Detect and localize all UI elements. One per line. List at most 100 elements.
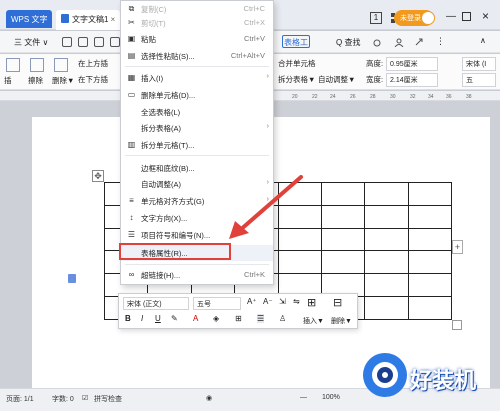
borders-icon[interactable]: ⊞	[235, 314, 242, 323]
highlight-icon[interactable]: ✎	[171, 314, 178, 323]
bold-icon[interactable]: B	[125, 314, 131, 323]
menu-item-shortcut: Ctrl+K	[243, 270, 265, 279]
grow-font-icon[interactable]: A⁺	[247, 297, 257, 306]
eye-icon[interactable]: ◉	[206, 394, 212, 402]
spell-check-icon[interactable]: ☑	[82, 394, 88, 402]
tab-document[interactable]: 文字文稿1 ×	[56, 10, 120, 30]
copy-icon: ⧉	[128, 4, 135, 13]
delete-table-icon[interactable]	[54, 58, 68, 72]
maximize-icon[interactable]	[462, 12, 471, 21]
mini-font-select[interactable]: 宋体 (正文)	[123, 297, 189, 310]
menu-item-label: 文字方向(X)...	[141, 214, 188, 223]
split-cells-icon: ▥	[127, 140, 136, 149]
tab-document-label: 文字文稿1	[72, 15, 109, 24]
annotation-highlight-box	[119, 243, 231, 260]
menu-item-label: 删除单元格(D)...	[141, 91, 196, 100]
tab-wps-writer[interactable]: WPS 文字	[6, 10, 52, 28]
print-icon[interactable]	[94, 37, 104, 47]
menu-item-delete-cells[interactable]: ▭ 删除单元格(D)...	[121, 87, 273, 103]
spell-check-label[interactable]: 拼写检查	[94, 394, 122, 404]
auto-adjust-button[interactable]: 自动调整▼	[318, 74, 355, 85]
add-column-icon[interactable]: +	[452, 240, 463, 254]
mini-size-select[interactable]: 五号	[193, 297, 241, 310]
menu-item-select-table[interactable]: 全选表格(L)	[121, 104, 273, 120]
close-tab-icon[interactable]: ×	[110, 15, 115, 24]
fill-color-icon[interactable]: ◈	[213, 314, 219, 323]
cell-align-icon: ≡	[129, 196, 134, 205]
people-icon[interactable]	[394, 37, 404, 47]
insert-above-button[interactable]: 在上方插	[78, 58, 108, 69]
font-color-icon[interactable]: A	[193, 314, 198, 323]
menu-item-label: 自动调整(A)	[141, 180, 181, 189]
watermark-text: 好装机	[410, 369, 477, 394]
shrink-font-icon[interactable]: A⁻	[263, 297, 273, 306]
paste-icon: ▣	[127, 34, 136, 43]
minimize-icon[interactable]: —	[446, 11, 456, 22]
format-painter-icon[interactable]: ⇲	[279, 297, 286, 306]
height-field[interactable]: 0.95厘米	[386, 57, 438, 71]
italic-icon[interactable]: I	[141, 314, 143, 323]
split-table-button[interactable]: 拆分表格▼	[278, 74, 315, 85]
collapse-ribbon-icon[interactable]: ∧	[480, 36, 490, 46]
menu-item-shortcut: Ctrl+Alt+V	[230, 51, 265, 60]
mini-insert-button[interactable]: 插入▼	[303, 316, 324, 326]
mini-delete-button[interactable]: 删除▼	[331, 316, 352, 326]
menu-item-label: 超链接(H)...	[141, 271, 181, 280]
window-count-badge[interactable]: 1	[370, 12, 382, 24]
zoom-level[interactable]: 100%	[322, 394, 340, 401]
avatar[interactable]	[421, 11, 435, 25]
export-icon[interactable]	[78, 37, 88, 47]
align-icon[interactable]: ☰	[257, 314, 265, 323]
link-icon: ∞	[128, 270, 135, 279]
menu-item-label: 边框和底纹(B)...	[141, 164, 195, 173]
print-preview-icon[interactable]	[110, 37, 120, 47]
menu-item-shortcut: Ctrl+C	[243, 4, 265, 13]
close-window-icon[interactable]: ×	[482, 9, 489, 23]
floating-format-toolbar: 宋体 (正文) 五号 A⁺ A⁻ ⇲ ⇋ B I U ✎ A ◈ ⊞ ☰ ♙ ⊞…	[118, 293, 358, 329]
menu-item-borders-shading[interactable]: 边框和底纹(B)...	[121, 160, 273, 176]
insert-row-icon[interactable]: ⊞	[307, 296, 316, 309]
save-icon[interactable]	[62, 37, 72, 47]
ribbon-delete-label[interactable]: 删除▼	[52, 75, 74, 86]
menu-item-shortcut: Ctrl+X	[243, 18, 265, 27]
insert-below-button[interactable]: 在下方插	[78, 74, 108, 85]
paragraph-marker-icon[interactable]	[68, 274, 76, 283]
ribbon-font-select[interactable]: 宋体 (I	[462, 57, 496, 71]
menu-item-split-cells[interactable]: ▥ 拆分单元格(T)...	[121, 137, 273, 153]
tab-table-tools[interactable]: 表格工	[284, 37, 308, 48]
menu-item-label: 复制(C)	[141, 5, 167, 14]
menu-item-label: 选择性粘贴(S)...	[141, 52, 195, 61]
file-menu[interactable]: 三 文件 ∨	[14, 37, 48, 48]
merge-cells-button[interactable]: 合并单元格	[278, 58, 316, 69]
share-icon[interactable]	[414, 37, 424, 47]
text-direction-icon: ↕	[129, 213, 134, 222]
document-icon	[61, 14, 69, 23]
table-resize-handle-icon[interactable]	[452, 320, 462, 330]
page-indicator[interactable]: 页面: 1/1	[6, 394, 34, 404]
clear-format-icon[interactable]: ♙	[279, 314, 286, 323]
cloud-icon[interactable]	[372, 37, 382, 47]
search-button[interactable]: Q 查找	[336, 37, 360, 48]
more-icon[interactable]: ⋮	[436, 36, 446, 46]
delete-row-icon[interactable]: ⊟	[333, 296, 342, 309]
menu-item-hyperlink[interactable]: ∞ 超链接(H)... Ctrl+K	[121, 267, 273, 283]
line-spacing-icon[interactable]: ⇋	[293, 297, 300, 306]
ribbon-size-select[interactable]: 五	[462, 73, 496, 87]
eraser-icon[interactable]	[30, 58, 44, 72]
menu-item-split-table[interactable]: 拆分表格(A) ›	[121, 120, 273, 136]
insert-table-icon[interactable]	[6, 58, 20, 72]
menu-item-cut[interactable]: ✂ 剪切(T) Ctrl+X	[121, 15, 273, 31]
menu-item-paste[interactable]: ▣ 粘贴 Ctrl+V	[121, 31, 273, 47]
width-field[interactable]: 2.14厘米	[386, 73, 438, 87]
zoom-out-icon[interactable]: —	[300, 394, 307, 401]
ribbon-insert-label[interactable]: 插	[4, 75, 12, 86]
paste-special-icon: ▤	[127, 51, 136, 60]
underline-icon[interactable]: U	[155, 314, 161, 323]
table-move-handle-icon[interactable]: ✥	[92, 170, 104, 182]
submenu-arrow-icon: ›	[266, 123, 269, 130]
word-count[interactable]: 字数: 0	[52, 394, 74, 404]
menu-item-insert[interactable]: ▦ 插入(I) ›	[121, 70, 273, 86]
ribbon-eraser-label[interactable]: 擦除	[28, 75, 43, 86]
menu-item-paste-special[interactable]: ▤ 选择性粘贴(S)... Ctrl+Alt+V	[121, 48, 273, 64]
watermark-logo-icon	[363, 353, 407, 397]
